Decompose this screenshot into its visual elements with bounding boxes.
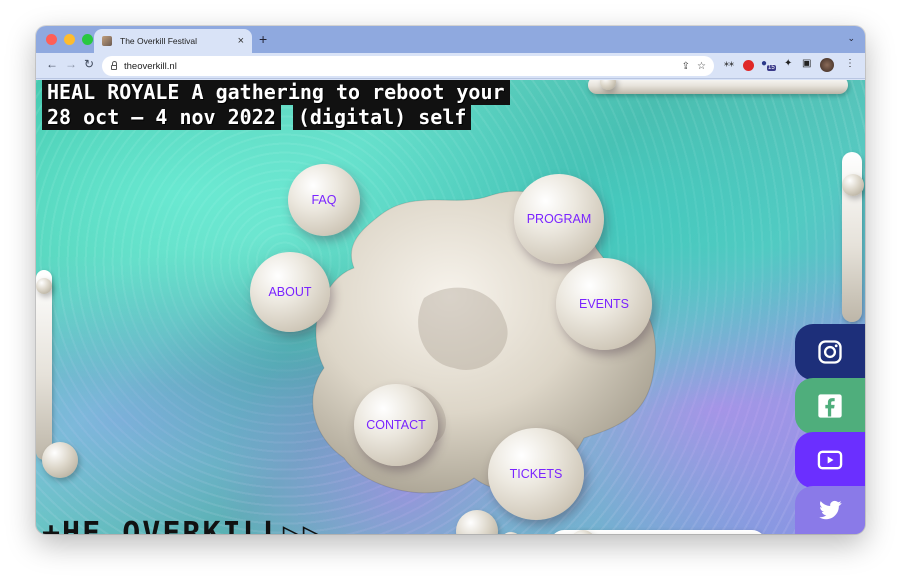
reload-icon[interactable]: ↻ [84, 57, 94, 71]
extension-dots-icon[interactable]: ⁎⁎ [724, 58, 734, 69]
page-viewport: FAQ PROGRAM ABOUT EVENTS CONTACT TICKETS… [36, 80, 865, 534]
tab-bar: The Overkill Festival × + ⌄ [36, 26, 865, 53]
nav-faq[interactable]: FAQ [288, 164, 360, 236]
overkill-logo[interactable]: +HE OVERKILL▷▷ [42, 516, 323, 534]
youtube-link[interactable] [795, 432, 865, 488]
browser-tab[interactable]: The Overkill Festival × [94, 29, 252, 53]
window-controls [46, 34, 93, 45]
headline: HEAL ROYALE A gathering to reboot your 2… [42, 80, 510, 130]
headline-line1: HEAL ROYALE A gathering to reboot your [42, 80, 510, 105]
decorative-sphere [36, 278, 52, 294]
close-window-button[interactable] [46, 34, 57, 45]
twitter-link[interactable] [795, 486, 865, 534]
social-links [787, 324, 865, 534]
facebook-icon [818, 394, 842, 418]
extension-badge-icon[interactable]: ●15 [761, 58, 776, 71]
favicon-icon [102, 36, 112, 46]
instagram-icon [818, 340, 842, 364]
zoom-window-button[interactable] [82, 34, 93, 45]
decorative-pill [36, 270, 52, 460]
forward-arrow-icon[interactable]: → [65, 57, 77, 71]
bookmark-star-icon[interactable]: ☆ [697, 61, 706, 72]
minimize-window-button[interactable] [64, 34, 75, 45]
avatar[interactable] [820, 58, 834, 72]
tab-search-icon[interactable]: ⌄ [847, 33, 855, 44]
decorative-pill [588, 80, 848, 94]
new-tab-button[interactable]: + [259, 31, 267, 47]
instagram-link[interactable] [795, 324, 865, 380]
adblock-icon[interactable] [743, 60, 754, 71]
decorative-sphere [42, 442, 78, 478]
nav-events[interactable]: EVENTS [556, 258, 652, 350]
twitter-icon [819, 500, 842, 520]
back-arrow-icon[interactable]: ← [46, 57, 58, 71]
menu-kebab-icon[interactable]: ⋮ [845, 58, 855, 69]
browser-toolbar: ← → ↻ theoverkill.nl ⇪ ☆ ⁎⁎ ●15 ✦ ▣ ⋮ [36, 53, 865, 79]
sidebar-icon[interactable]: ▣ [802, 58, 811, 69]
decorative-sphere [842, 174, 864, 196]
puzzle-icon[interactable]: ✦ [784, 58, 792, 69]
decorative-sphere [500, 532, 522, 534]
browser-window: The Overkill Festival × + ⌄ ← → ↻ theove… [36, 26, 865, 534]
tab-close-icon[interactable]: × [238, 35, 244, 47]
decorative-sphere [456, 510, 498, 534]
share-icon[interactable]: ⇪ [682, 61, 690, 72]
youtube-icon [817, 450, 843, 470]
nav-about[interactable]: ABOUT [250, 252, 330, 332]
headline-dates: 28 oct — 4 nov 2022 [42, 105, 281, 130]
nav-tickets[interactable]: TICKETS [488, 428, 584, 520]
lock-icon [111, 60, 117, 70]
address-bar[interactable]: theoverkill.nl ⇪ ☆ [102, 56, 714, 76]
tab-title: The Overkill Festival [120, 36, 197, 46]
extension-badge-count: 15 [767, 65, 776, 71]
nav-contact[interactable]: CONTACT [354, 384, 438, 466]
headline-end: (digital) self [292, 105, 472, 130]
facebook-link[interactable] [795, 378, 865, 434]
url-text: theoverkill.nl [124, 60, 177, 72]
nav-program[interactable]: PROGRAM [514, 174, 604, 264]
